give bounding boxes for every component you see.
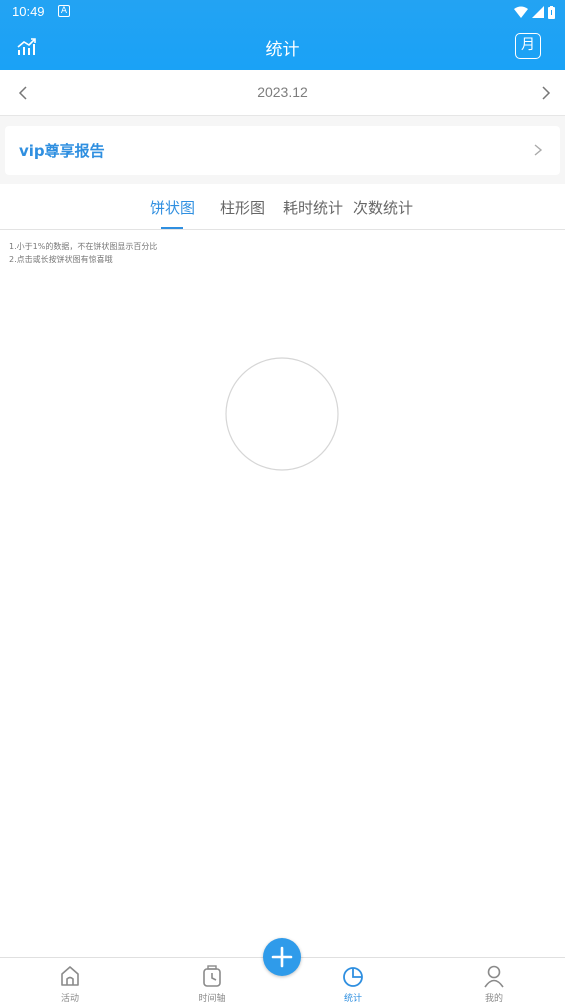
nav-item-timeline[interactable]: 时间轴 — [177, 958, 247, 1004]
current-month-label: 2023.12 — [257, 84, 308, 100]
tab-count-stats[interactable]: 次数统计 — [353, 197, 413, 218]
vip-report-card[interactable]: vip尊享报告 — [5, 126, 560, 175]
clock-icon — [203, 965, 221, 987]
nav-item-activity[interactable]: 活动 — [35, 958, 105, 1004]
nav-item-stats[interactable]: 统计 — [318, 958, 388, 1004]
tab-duration-stats[interactable]: 耗时统计 — [283, 197, 343, 218]
tab-pie-chart[interactable]: 饼状图 — [150, 197, 195, 218]
active-tab-indicator — [161, 227, 183, 229]
status-time: 10:49 — [12, 4, 45, 19]
pie-empty-ring — [225, 357, 339, 471]
nav-label: 时间轴 — [198, 994, 226, 1004]
chart-tabs: 饼状图 柱形图 耗时统计 次数统计 — [0, 184, 565, 230]
wifi-icon — [514, 6, 528, 18]
page-title: 统计 — [265, 40, 300, 60]
pie-chart[interactable] — [225, 357, 339, 471]
note-line: 1.小于1%的数据，不在饼状图显示百分比 — [9, 242, 158, 251]
add-activity-button[interactable] — [263, 938, 301, 976]
nav-label: 我的 — [484, 994, 503, 1004]
date-navigator: 2023.12 — [0, 70, 565, 116]
nav-label: 统计 — [343, 994, 362, 1004]
nav-label: 活动 — [60, 994, 79, 1004]
notification-icon: A — [58, 5, 70, 17]
month-toggle-button[interactable]: 月 — [515, 33, 541, 59]
chevron-right-icon[interactable] — [535, 82, 555, 104]
top-app-bar: 统计 月 — [0, 24, 565, 70]
chart-notes: 1.小于1%的数据，不在饼状图显示百分比 2.点击或长按饼状图有惊喜哦 — [9, 240, 157, 266]
note-line: 2.点击或长按饼状图有惊喜哦 — [9, 255, 113, 264]
home-icon — [61, 966, 79, 986]
pie-chart-icon — [343, 967, 363, 987]
person-icon — [484, 965, 504, 988]
plus-icon — [271, 946, 293, 968]
status-icons — [514, 4, 555, 20]
signal-icon — [532, 6, 544, 18]
nav-item-profile[interactable]: 我的 — [459, 958, 529, 1004]
battery-icon — [548, 5, 555, 19]
status-bar: 10:49 A — [0, 0, 565, 24]
chevron-right-icon — [534, 144, 543, 156]
vip-report-label: vip尊享报告 — [19, 142, 105, 160]
app-header: 10:49 A 统计 月 — [0, 0, 565, 70]
tab-bar-chart[interactable]: 柱形图 — [220, 197, 265, 218]
